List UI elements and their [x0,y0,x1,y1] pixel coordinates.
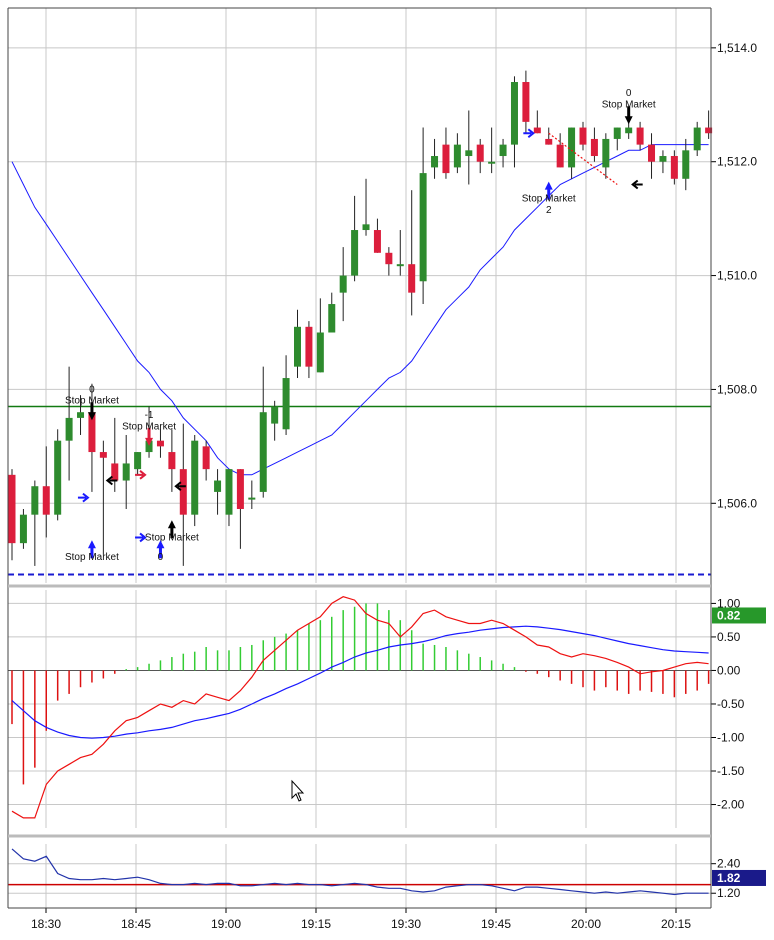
candle-up [362,224,370,231]
candle-down [533,127,541,134]
candle-down [408,264,416,293]
candle-up [316,332,324,373]
candle-down [99,452,107,458]
candle-down [236,469,244,509]
order-label: 0 [626,88,632,99]
x-tick-label: 19:45 [481,917,511,931]
candle-up [568,127,576,168]
order-label: Stop Market [65,552,119,563]
candle-up [122,463,130,481]
candle-down [670,156,678,179]
candle-up [19,514,27,544]
candle-up [510,82,518,145]
candle-down [111,463,119,481]
candle-down [442,144,450,174]
candle-down [545,138,553,145]
candle-up [613,127,621,139]
x-tick-label: 18:45 [121,917,151,931]
x-tick-label: 20:15 [661,917,691,931]
y-tick-label: -2.00 [717,798,745,812]
y-tick-label: -1.00 [717,730,745,744]
order-label: 2 [546,205,552,216]
order-label: 0 [89,384,95,395]
y-tick-label: 1.20 [717,886,741,900]
current-value-text: 1.82 [717,871,741,885]
candle-up [659,156,667,162]
candle-down [636,127,644,145]
candle-up [31,486,39,515]
order-label: Stop Market [602,100,656,111]
candle-up [328,304,336,333]
y-tick-label: -1.50 [717,764,745,778]
candle-up [419,173,427,282]
order-label: Stop Market [65,396,119,407]
y-tick-label: 1,506.0 [717,496,757,510]
candle-up [282,378,290,430]
candle-up [54,440,62,515]
candle-up [453,144,461,168]
candle-down [373,230,381,253]
x-tick-label: 19:00 [211,917,241,931]
candle-up [499,144,507,157]
y-tick-label: 1,508.0 [717,382,757,396]
order-label: -1 [145,410,154,421]
candle-up [693,127,701,151]
candle-down [522,82,530,122]
trading-chart: 1,514.01,512.01,510.01,508.01,506.00Stop… [0,0,774,940]
y-tick-label: 1,510.0 [717,269,757,283]
candle-up [65,417,73,441]
candle-down [156,440,164,447]
candle-down [648,144,656,162]
candle-up [488,161,496,164]
candle-down [168,452,176,470]
candle-down [305,326,313,367]
y-tick-label: 2.40 [717,857,741,871]
order-label: Stop Market [145,532,199,543]
candle-up [191,440,199,515]
candle-up [396,264,404,267]
candle-up [134,452,142,470]
current-value-text: 0.82 [717,608,741,622]
candle-down [556,144,564,168]
candle-up [225,469,233,515]
candle-down [8,474,16,544]
candle-up [625,127,633,134]
candle-up [431,156,439,168]
candle-down [476,144,484,162]
candle-down [385,252,393,265]
candle-up [214,480,222,492]
x-tick-label: 20:00 [571,917,601,931]
x-tick-label: 19:30 [391,917,421,931]
order-label: 0 [158,552,164,563]
candle-down [579,127,587,145]
x-tick-label: 18:30 [31,917,61,931]
y-tick-label: 0.50 [717,630,741,644]
candle-up [294,326,301,367]
candle-up [339,275,347,293]
candle-up [682,150,690,179]
candle-up [602,138,610,168]
candle-down [42,486,50,515]
candle-up [271,406,279,424]
candle-up [351,230,359,276]
candle-down [590,138,598,157]
order-label: Stop Market [122,421,176,432]
candle-up [248,497,256,500]
candle-up [77,412,85,418]
x-tick-label: 19:15 [301,917,331,931]
candle-down [202,446,210,470]
order-label: Stop Market [522,194,576,205]
y-tick-label: 0.00 [717,663,741,677]
candle-up [259,412,267,492]
candle-down [179,469,187,515]
candle-up [465,150,473,157]
y-tick-label: 1,512.0 [717,155,757,169]
y-tick-label: 1,514.0 [717,41,757,55]
y-tick-label: -0.50 [717,697,745,711]
